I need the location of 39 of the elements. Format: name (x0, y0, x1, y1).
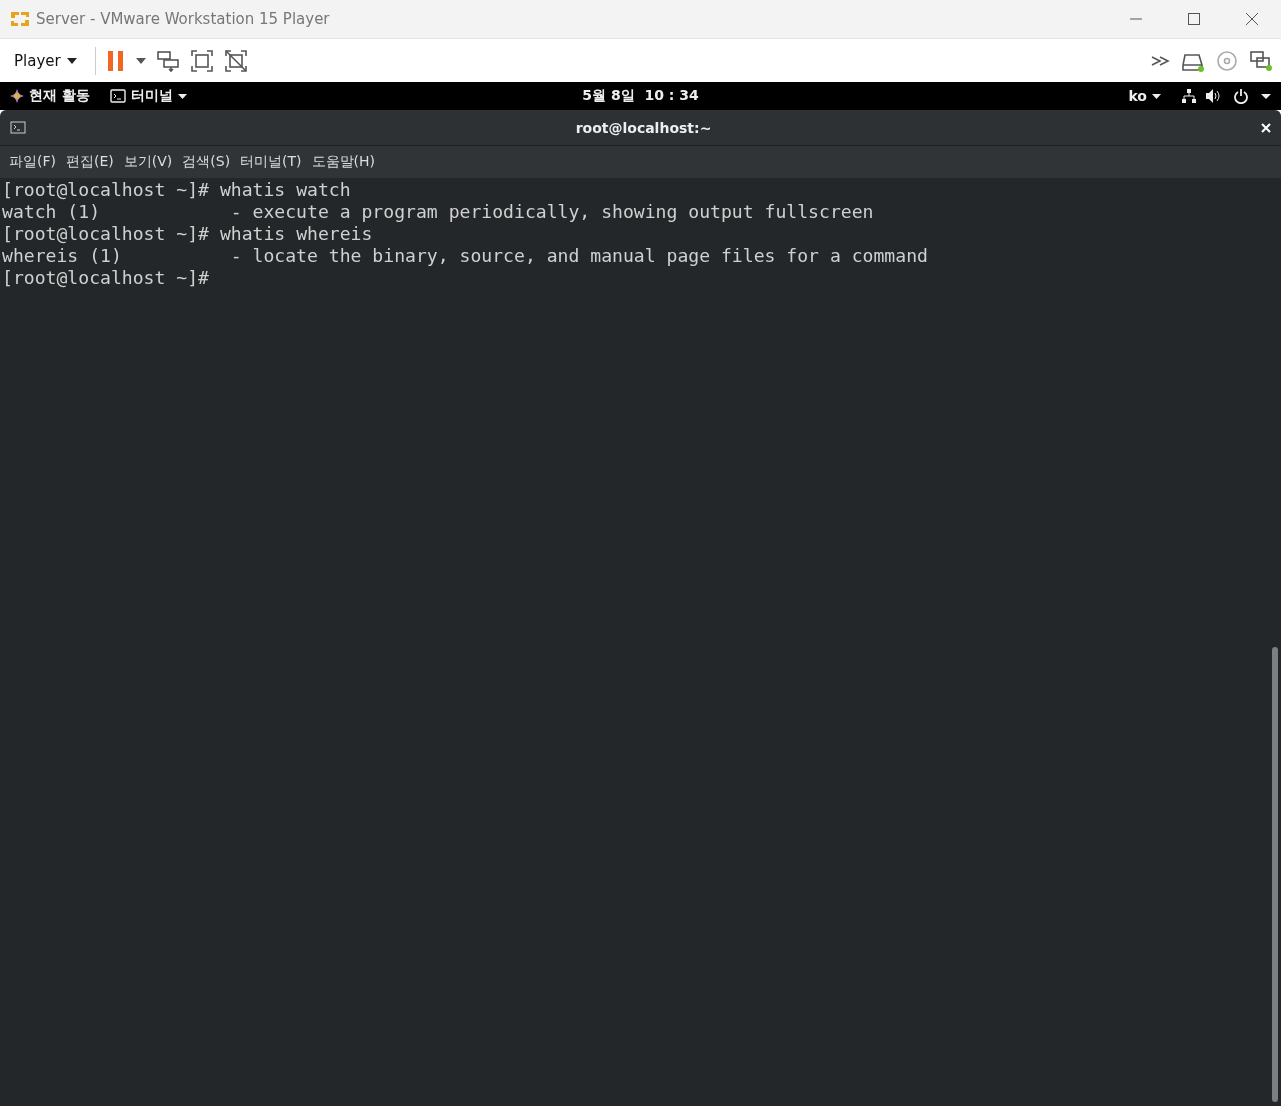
menu-item[interactable]: 파일(F) (4, 153, 61, 171)
command-line: [root@localhost ~]# (1, 267, 210, 289)
window-title: Server - VMware Workstation 15 Player (36, 10, 331, 28)
close-icon[interactable] (1261, 122, 1271, 133)
app-menu-button[interactable]: 터미널 (109, 87, 187, 105)
fullscreen-icon[interactable] (189, 48, 214, 73)
terminal-icon (10, 121, 26, 134)
app-logo-icon (10, 9, 30, 29)
output-line: watch (1) - execute a program periodically, showing output fullscreen (1, 201, 875, 223)
caret-icon (1152, 93, 1161, 99)
network-icon[interactable] (1181, 88, 1197, 104)
volume-icon[interactable] (1205, 88, 1221, 104)
caret-icon[interactable] (1261, 93, 1271, 99)
double-chevron-icon[interactable] (1151, 54, 1171, 67)
input-method-button[interactable]: ko (1128, 88, 1161, 104)
scrollbar-thumb[interactable] (1272, 647, 1278, 1102)
terminal-icon (109, 89, 126, 103)
power-icon[interactable] (1233, 88, 1249, 104)
pause-icon[interactable] (105, 49, 126, 72)
clock[interactable]: 5월 8일 10 : 34 (582, 87, 699, 105)
network-adapter-icon[interactable] (1249, 48, 1273, 73)
menu-item[interactable]: 편집(E) (61, 153, 119, 171)
command-line: [root@localhost ~]# whatis watch (1, 179, 352, 201)
close-icon (1245, 12, 1259, 26)
menu-item[interactable]: 도움말(H) (306, 153, 381, 171)
output-line: whereis (1) - locate the binary, source, and manual page files for a command (1, 245, 929, 267)
caret-icon (66, 57, 77, 64)
menu-item[interactable]: 검색(S) (177, 153, 236, 171)
terminal-title: root@localhost:~ (574, 119, 713, 136)
send-keys-icon[interactable] (155, 48, 180, 73)
star-logo-icon (10, 89, 24, 103)
menu-item[interactable]: 보기(V) (118, 153, 178, 171)
caret-icon (177, 93, 187, 99)
command-line: [root@localhost ~]# whatis whereis (1, 223, 374, 245)
menu-item[interactable]: 터미널(T) (235, 153, 307, 171)
activities-button[interactable]: 현재 활동 (10, 87, 90, 105)
player-menu-button[interactable]: Player (6, 47, 85, 74)
caret-icon[interactable] (135, 57, 146, 64)
maximize-icon (1187, 12, 1201, 26)
